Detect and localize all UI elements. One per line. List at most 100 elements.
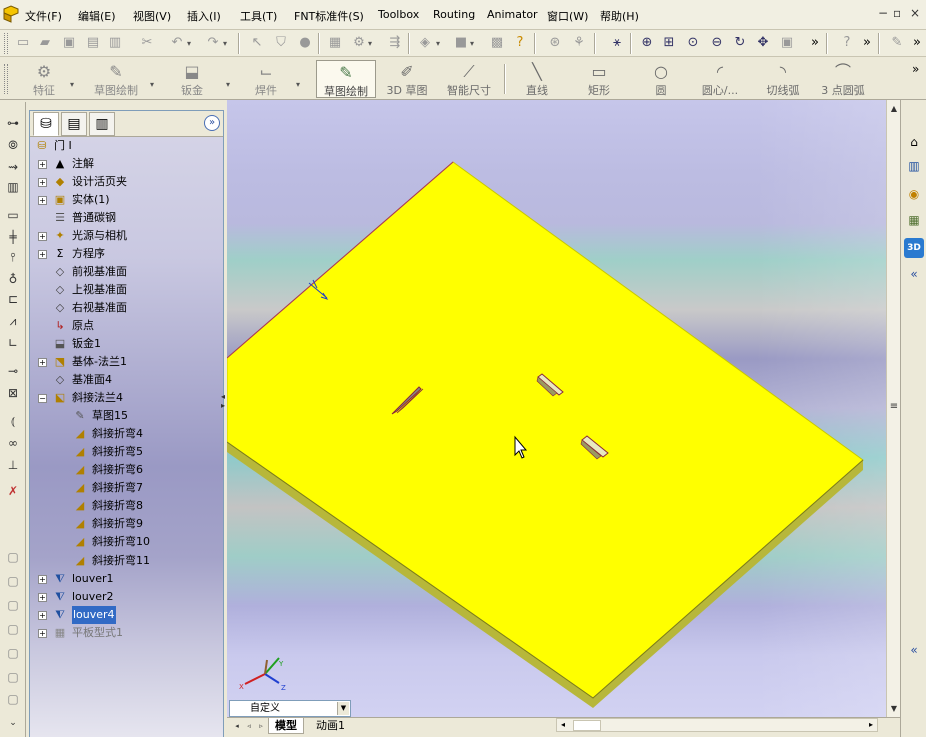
expand-panel-icon[interactable]: »	[204, 115, 220, 131]
display-style-icon[interactable]: ■	[452, 34, 470, 52]
animator-icon[interactable]: ⊛	[546, 34, 564, 52]
rib-icon[interactable]: ⫯	[3, 248, 23, 266]
tree-item[interactable]: ◇ 前视基准面	[30, 263, 223, 281]
draft-icon[interactable]: ⊏	[3, 290, 23, 308]
close-button[interactable]: ×	[910, 6, 920, 20]
view-orientation-icon[interactable]: ◈	[416, 34, 434, 52]
tree-item[interactable]: + ▲ 注解	[30, 155, 223, 173]
cm-weldments-tab[interactable]: ⌙ 焊件	[244, 60, 288, 98]
zoom-to-area-icon[interactable]: ⊞	[660, 34, 678, 52]
restore-button[interactable]: ▫	[893, 6, 901, 20]
tree-item[interactable]: + ⧨ louver1	[30, 570, 223, 588]
cm-sketch-tab[interactable]: ✎ 草图绘制	[86, 60, 146, 98]
menu-toolbox[interactable]: Toolbox	[378, 8, 419, 21]
3d-content-central-icon[interactable]: 3D	[904, 238, 924, 258]
tree-item[interactable]: ◢ 斜接折弯4	[30, 425, 223, 443]
tree-item[interactable]: + Σ 方程序	[30, 245, 223, 263]
options-icon[interactable]: ⚙	[350, 34, 368, 52]
view-orientation-dropdown-icon[interactable]: ▼	[337, 702, 349, 715]
tree-item[interactable]: ◢ 斜接折弯10	[30, 533, 223, 551]
rebuild-icon[interactable]: ●	[296, 34, 314, 52]
tree-item[interactable]: ↳ 原点	[30, 317, 223, 335]
undo-icon[interactable]: ↶	[168, 34, 186, 52]
tree-item[interactable]: ◢ 斜接折弯8	[30, 497, 223, 515]
dome-icon[interactable]: ∟	[3, 334, 23, 352]
extrude-icon[interactable]: ⊶	[3, 114, 23, 132]
collapse-toggle-icon[interactable]: −	[38, 394, 47, 403]
file-explorer-icon[interactable]: ◉	[904, 184, 924, 204]
tree-item[interactable]: ◇ 右视基准面	[30, 299, 223, 317]
property-manager-tab-icon[interactable]: ▤	[61, 112, 87, 136]
tree-item[interactable]: ◢ 斜接折弯5	[30, 443, 223, 461]
zoom-to-fit-icon[interactable]: ⊕	[638, 34, 656, 52]
tree-item[interactable]: − ⬕ 斜接法兰4	[30, 389, 223, 407]
tree-item[interactable]: ◢ 斜接折弯6	[30, 461, 223, 479]
sweep-icon[interactable]: ⇝	[3, 158, 23, 176]
zoom-in-out-icon[interactable]: ⊙	[684, 34, 702, 52]
scroll-down-icon[interactable]: ▼	[888, 702, 900, 716]
save-icon[interactable]: ▣	[60, 34, 78, 52]
minimize-button[interactable]: −	[878, 6, 888, 20]
tree-item[interactable]: ☰ 普通碳钢	[30, 209, 223, 227]
expand-toggle-icon[interactable]: +	[38, 196, 47, 205]
tab-first-icon[interactable]: ◂	[232, 720, 242, 732]
mirror-icon[interactable]: ⊠	[3, 384, 23, 402]
loft-icon[interactable]: ▥	[3, 178, 23, 196]
tab-animation1[interactable]: 动画1	[310, 718, 351, 734]
tree-item[interactable]: ◢ 斜接折弯9	[30, 515, 223, 533]
toolbar-grip[interactable]	[4, 33, 8, 54]
menu-edit[interactable]: 编辑(E)	[78, 8, 116, 24]
tree-item[interactable]: ◢ 斜接折弯11	[30, 552, 223, 570]
expand-toggle-icon[interactable]: +	[38, 575, 47, 584]
grid-icon[interactable]: ▩	[488, 34, 506, 52]
standard-view-right-icon[interactable]: ▢	[3, 620, 23, 638]
center-arc-button[interactable]: ◜ 圆心/...	[692, 60, 748, 98]
three-point-arc-button[interactable]: ⌒ 3 点圆弧	[814, 60, 872, 98]
standard-view-top-icon[interactable]: ▢	[3, 644, 23, 662]
menu-insert[interactable]: 插入(I)	[187, 8, 221, 24]
home-icon[interactable]: ⌂	[904, 132, 924, 152]
expand-toggle-icon[interactable]: +	[38, 178, 47, 187]
routing-icon[interactable]: ⚘	[570, 34, 588, 52]
curve-icon[interactable]: ⦅	[3, 412, 23, 430]
sketch-tools-icon[interactable]: ✎	[888, 34, 906, 52]
scroll-right-icon[interactable]: ▸	[865, 719, 877, 731]
revolve-icon[interactable]: ⦾	[3, 136, 23, 154]
design-library-icon[interactable]: ▥	[904, 156, 924, 176]
menu-fnt-standard-parts[interactable]: FNT标准件(S)	[294, 8, 364, 24]
toolbar-overflow-icon[interactable]: »	[908, 34, 926, 52]
cm-sheet-metal-tab[interactable]: ⬓ 钣金	[170, 60, 214, 98]
graphics-viewport[interactable]: X Y Z	[227, 100, 886, 717]
menu-help[interactable]: 帮助(H)	[600, 8, 639, 24]
weldments-dropdown-icon[interactable]: ▾	[296, 80, 300, 89]
standard-view-left-icon[interactable]: ▢	[3, 596, 23, 614]
collapse-task-pane-bottom-icon[interactable]: «	[904, 640, 924, 660]
standard-view-front-icon[interactable]: ▢	[3, 548, 23, 566]
expand-toggle-icon[interactable]: +	[38, 629, 47, 638]
undo-dropdown-icon[interactable]: ▾	[187, 39, 191, 48]
zoom-to-selection-icon[interactable]: ⊖	[708, 34, 726, 52]
vertical-toolbar-overflow-icon[interactable]: ⌄	[3, 714, 23, 732]
tree-item[interactable]: + ◆ 设计活页夹	[30, 173, 223, 191]
menu-file[interactable]: 文件(F)	[25, 8, 62, 24]
tree-item[interactable]: + ⧨ louver4	[30, 606, 223, 624]
redo-icon[interactable]: ↷	[204, 34, 222, 52]
new-document-icon[interactable]: ▭	[14, 34, 32, 52]
sketch-dropdown-icon[interactable]: ▾	[150, 80, 154, 89]
cut-icon[interactable]: ✂	[138, 34, 156, 52]
horizontal-scrollbar[interactable]: ◂ ▸	[556, 718, 878, 732]
menu-tools[interactable]: 工具(T)	[240, 8, 277, 24]
menu-view[interactable]: 视图(V)	[133, 8, 171, 24]
vertical-scrollbar[interactable]: ▲ ≡ ▼	[886, 100, 900, 717]
expand-toggle-icon[interactable]: +	[38, 160, 47, 169]
features-dropdown-icon[interactable]: ▾	[70, 80, 74, 89]
sheet-metal-dropdown-icon[interactable]: ▾	[226, 80, 230, 89]
collapse-task-pane-icon[interactable]: «	[904, 264, 924, 284]
line-button[interactable]: ╲ 直线	[516, 60, 558, 98]
tangent-arc-button[interactable]: ◝ 切线弧	[760, 60, 806, 98]
toolbar-overflow-icon[interactable]: »	[858, 34, 876, 52]
tree-item[interactable]: ◇ 上视基准面	[30, 281, 223, 299]
cm-features-tab[interactable]: ⚙ 特征	[22, 60, 66, 98]
rotate-view-icon[interactable]: ↻	[731, 34, 749, 52]
sketch-button[interactable]: ✎ 草图绘制	[316, 60, 376, 98]
